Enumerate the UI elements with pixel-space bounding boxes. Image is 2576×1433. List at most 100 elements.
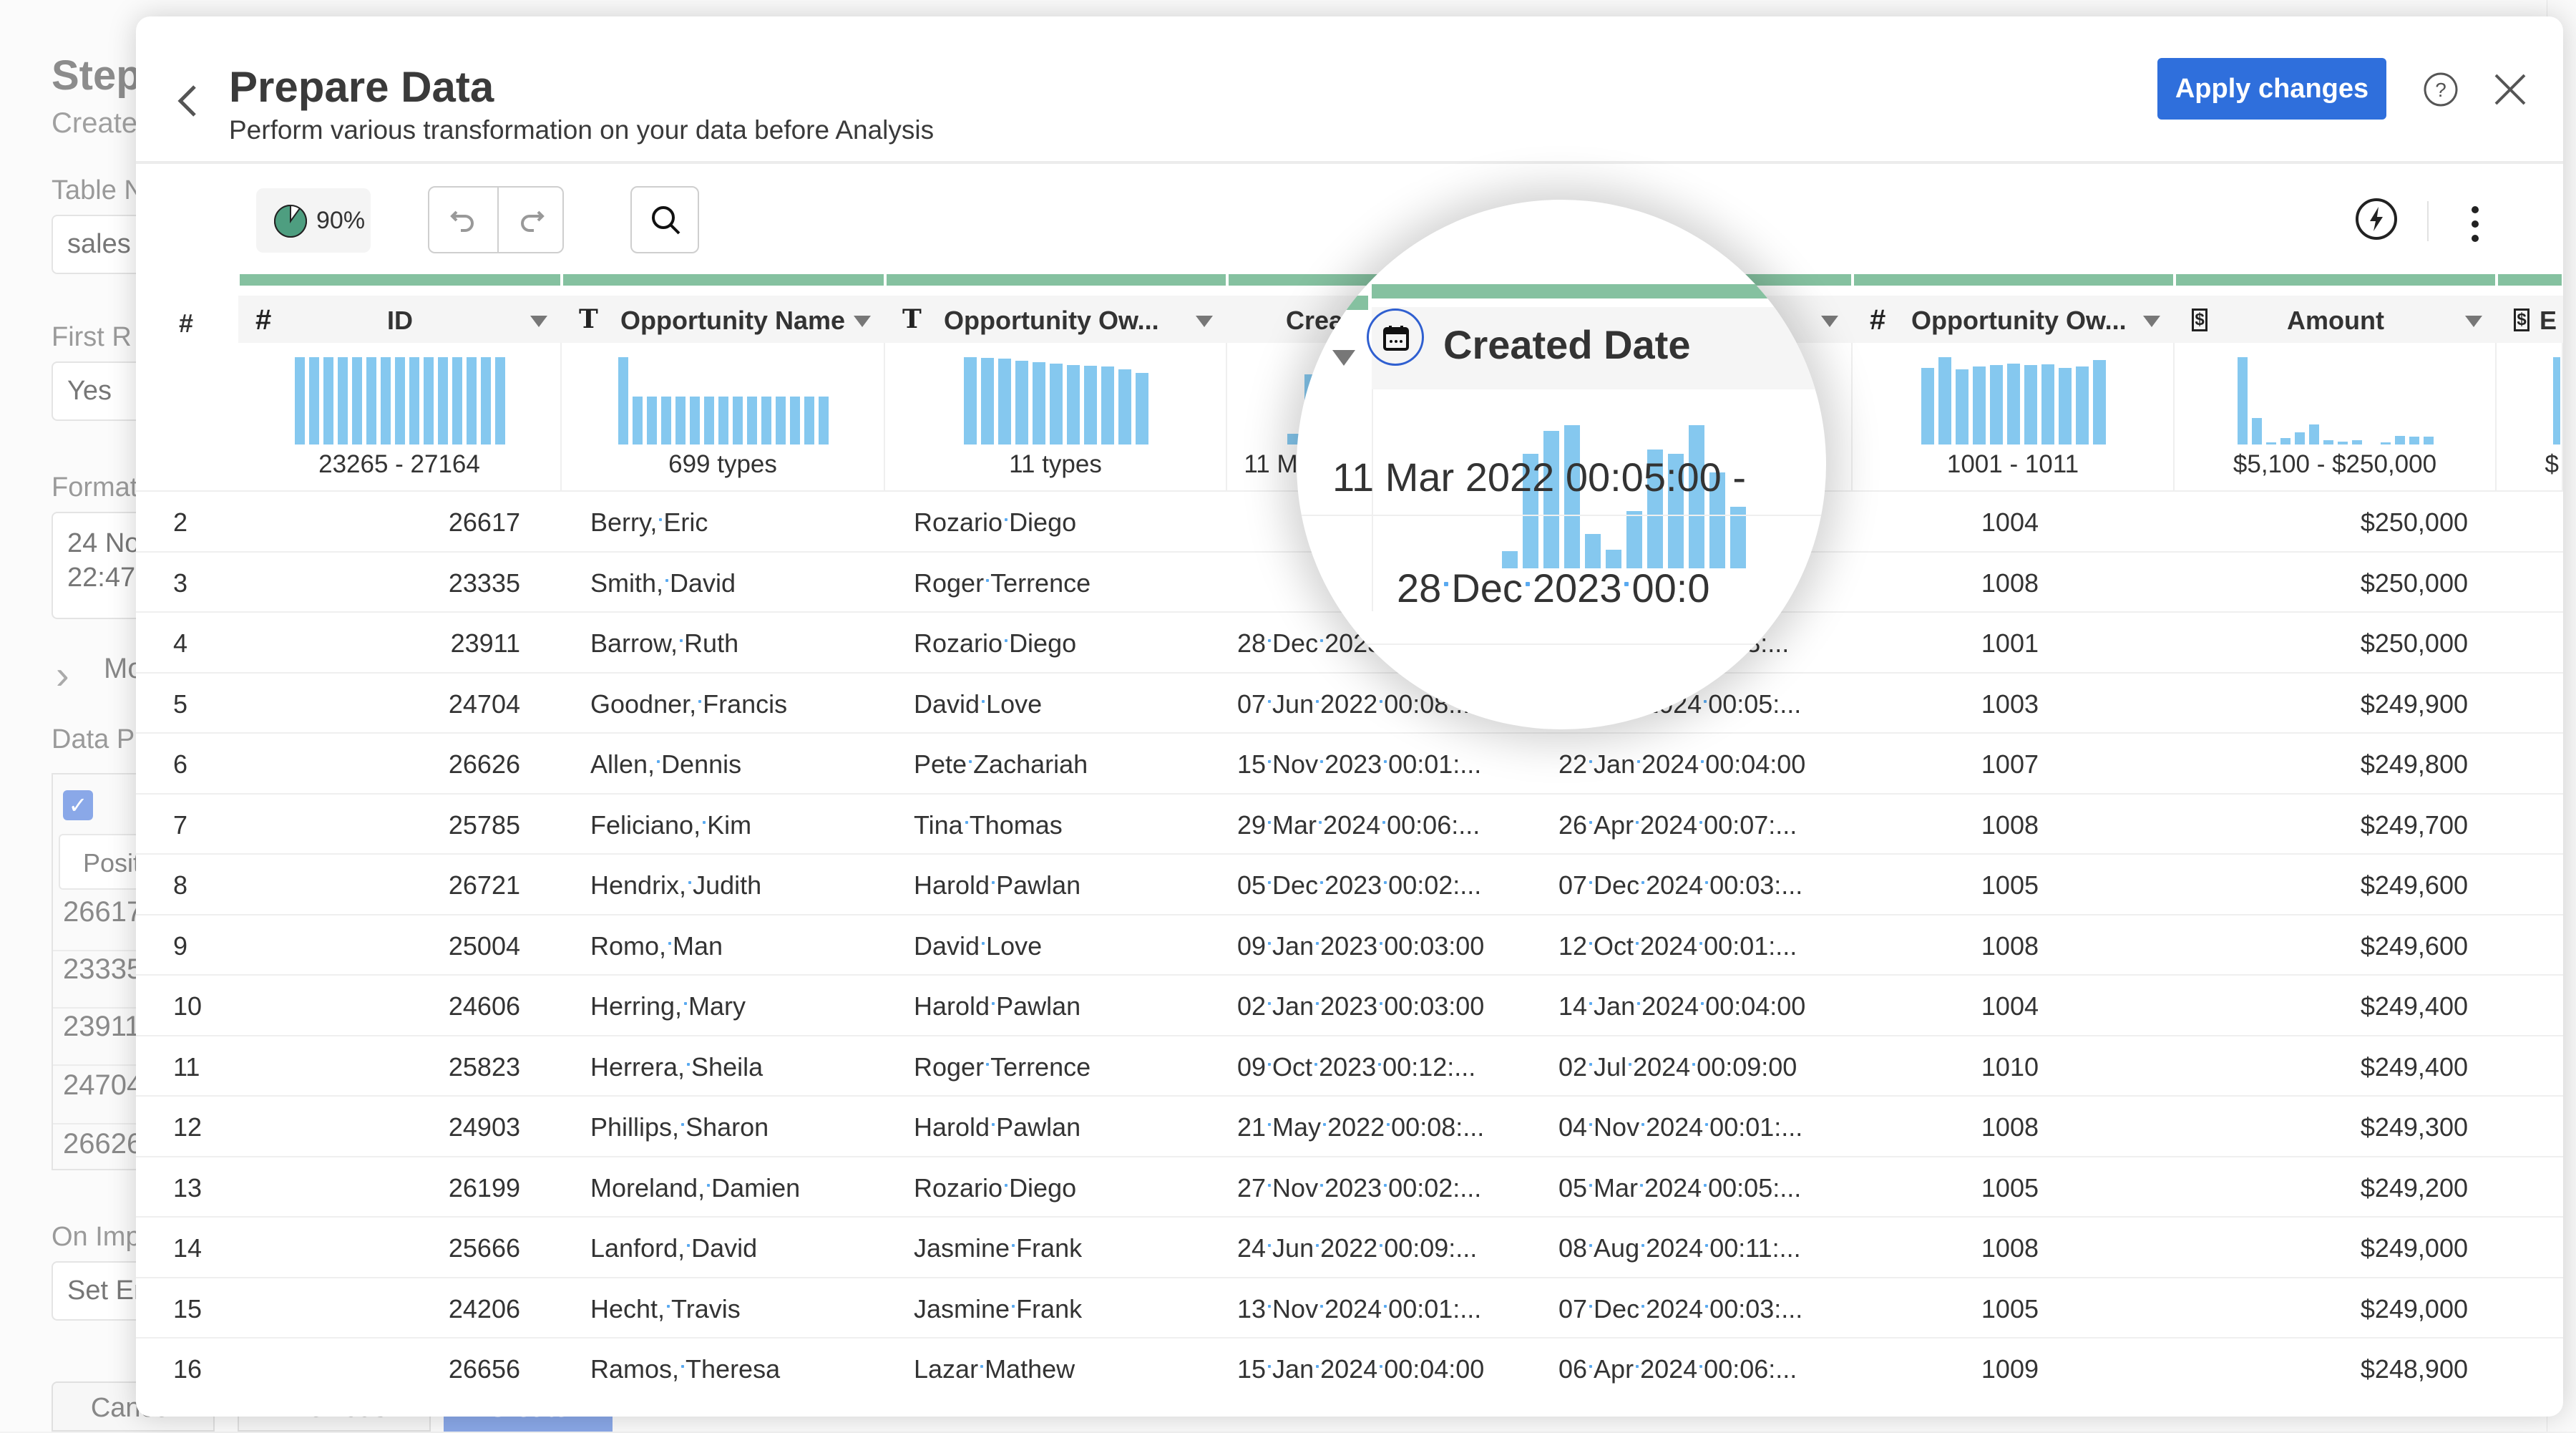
cell-id[interactable]: 23335 bbox=[449, 568, 520, 598]
cell-owner_id[interactable]: 1008 bbox=[1981, 810, 2039, 840]
ai-suggestions-button[interactable] bbox=[2354, 197, 2399, 241]
histogram-bar[interactable] bbox=[352, 357, 362, 445]
histogram-bar[interactable] bbox=[1956, 369, 1968, 445]
cell-owner_id[interactable]: 1008 bbox=[1981, 931, 2039, 961]
cell-amount[interactable]: $249,000 bbox=[2361, 1294, 2468, 1324]
histogram-bar[interactable] bbox=[452, 357, 462, 445]
histogram-bar[interactable] bbox=[1990, 364, 2003, 445]
histogram-bar[interactable] bbox=[1938, 357, 1951, 445]
chevron-right-icon[interactable]: › bbox=[56, 651, 69, 698]
histogram-bar[interactable] bbox=[2059, 367, 2072, 445]
cell-opp_owner[interactable]: Jasmine Frank bbox=[914, 1294, 1082, 1324]
table-row[interactable]: 5 24704 Goodner, Francis David Love 07 Jun 2022 0… bbox=[136, 671, 2563, 733]
search-button[interactable] bbox=[630, 186, 699, 253]
cell-id[interactable]: 26617 bbox=[449, 507, 520, 538]
cell-opp_name[interactable]: Hecht, Travis bbox=[590, 1294, 741, 1324]
data-quality-indicator[interactable]: 90% bbox=[256, 188, 371, 253]
table-row[interactable]: 6 26626 Allen, Dennis Pete Zachariah 15 Nov 2023… bbox=[136, 732, 2563, 793]
cell-opp_owner[interactable]: Harold Pawlan bbox=[914, 870, 1080, 900]
histogram-bar[interactable] bbox=[690, 396, 700, 445]
histogram-bar[interactable] bbox=[618, 357, 628, 445]
histogram-bar[interactable] bbox=[675, 396, 686, 445]
histogram-bar[interactable] bbox=[964, 357, 977, 445]
cell-opp_owner[interactable]: Lazar Mathew bbox=[914, 1354, 1075, 1384]
cell-closing[interactable]: 22 Jan 2024 00:04:00 bbox=[1558, 749, 1805, 779]
table-row[interactable]: 11 25823 Herrera, Sheila Roger Terrence 09 Oct 2… bbox=[136, 1034, 2563, 1096]
histogram-bar[interactable] bbox=[718, 396, 728, 445]
cell-id[interactable]: 26656 bbox=[449, 1354, 520, 1384]
histogram-bar[interactable] bbox=[1626, 511, 1642, 568]
cell-owner_id[interactable]: 1004 bbox=[1981, 507, 2039, 538]
cell-created[interactable]: 24 Jun 2022 00:09:... bbox=[1237, 1233, 1477, 1263]
cell-id[interactable]: 25823 bbox=[449, 1052, 520, 1082]
histogram-bar[interactable] bbox=[2238, 357, 2248, 445]
histogram-bar[interactable] bbox=[2295, 432, 2305, 445]
table-row[interactable]: 9 25004 Romo, Man David Love 09 Jan 2023 00:03:00… bbox=[136, 913, 2563, 975]
histogram-bar[interactable] bbox=[647, 396, 657, 445]
caret-down-icon[interactable] bbox=[530, 316, 547, 327]
cell-id[interactable]: 26721 bbox=[449, 870, 520, 900]
histogram-bar[interactable] bbox=[981, 358, 994, 445]
caret-down-icon[interactable] bbox=[1196, 316, 1213, 327]
cell-opp_name[interactable]: Hendrix, Judith bbox=[590, 870, 761, 900]
cell-created[interactable]: 05 Dec 2023 00:02:... bbox=[1237, 870, 1481, 900]
cell-id[interactable]: 24606 bbox=[449, 991, 520, 1021]
cell-opp_owner[interactable]: Roger Terrence bbox=[914, 568, 1091, 598]
cell-amount[interactable]: $249,000 bbox=[2361, 1233, 2468, 1263]
histogram-bar[interactable] bbox=[1101, 366, 1114, 445]
caret-down-icon[interactable] bbox=[1332, 350, 1355, 366]
back-button[interactable] bbox=[173, 79, 202, 122]
histogram-bar[interactable] bbox=[424, 357, 434, 445]
table-row[interactable]: 8 26721 Hendrix, Judith Harold Pawlan 05 Dec 202… bbox=[136, 853, 2563, 914]
help-button[interactable]: ? bbox=[2423, 72, 2459, 107]
histogram-bar[interactable] bbox=[1067, 364, 1080, 445]
histogram-bar[interactable] bbox=[366, 357, 376, 445]
cell-opp_name[interactable]: Romo, Man bbox=[590, 931, 723, 961]
cell-amount[interactable]: $249,900 bbox=[2361, 689, 2468, 719]
text-type-icon[interactable]: T bbox=[902, 304, 922, 334]
cell-opp_owner[interactable]: Pete Zachariah bbox=[914, 749, 1088, 779]
cell-id[interactable]: 25785 bbox=[449, 810, 520, 840]
cell-closing[interactable]: 26 Apr 2024 00:07:... bbox=[1558, 810, 1797, 840]
histogram-bar[interactable] bbox=[2338, 442, 2348, 445]
cell-created[interactable]: 15 Jan 2024 00:04:00 bbox=[1237, 1354, 1484, 1384]
cell-id[interactable]: 24704 bbox=[449, 689, 520, 719]
histogram-bar[interactable] bbox=[1015, 360, 1028, 445]
histogram-bar[interactable] bbox=[323, 357, 333, 445]
cell-owner_id[interactable]: 1009 bbox=[1981, 1354, 2039, 1384]
cell-created[interactable]: 09 Oct 2023 00:12:... bbox=[1237, 1052, 1475, 1082]
histogram-bar[interactable] bbox=[776, 396, 786, 445]
cell-owner_id[interactable]: 1008 bbox=[1981, 568, 2039, 598]
cell-amount[interactable]: $248,900 bbox=[2361, 1354, 2468, 1384]
histogram-bar[interactable] bbox=[2309, 424, 2319, 445]
cell-opp_owner[interactable]: Tina Thomas bbox=[914, 810, 1063, 840]
cell-amount[interactable]: $250,000 bbox=[2361, 628, 2468, 659]
histogram-bar[interactable] bbox=[790, 396, 800, 445]
histogram-bar[interactable] bbox=[2007, 363, 2020, 445]
close-button[interactable] bbox=[2490, 69, 2530, 110]
cell-opp_owner[interactable]: Rozario Diego bbox=[914, 628, 1076, 659]
histogram-bar[interactable] bbox=[1973, 366, 1986, 445]
cell-closing[interactable]: 08 Aug 2024 00:11:... bbox=[1558, 1233, 1801, 1263]
checkbox-checked-icon[interactable]: ✓ bbox=[63, 790, 93, 820]
cell-created[interactable]: 27 Nov 2023 00:02:... bbox=[1237, 1173, 1481, 1203]
cell-owner_id[interactable]: 1008 bbox=[1981, 1233, 2039, 1263]
cell-amount[interactable]: $250,000 bbox=[2361, 568, 2468, 598]
cell-opp_owner[interactable]: David Love bbox=[914, 931, 1042, 961]
cell-closing[interactable]: 14 Jan 2024 00:04:00 bbox=[1558, 991, 1805, 1021]
cell-id[interactable]: 25004 bbox=[449, 931, 520, 961]
cell-opp_owner[interactable]: Jasmine Frank bbox=[914, 1233, 1082, 1263]
cell-opp_name[interactable]: Herrera, Sheila bbox=[590, 1052, 763, 1082]
cell-opp_name[interactable]: Moreland, Damien bbox=[590, 1173, 800, 1203]
table-row[interactable]: 10 24606 Herring, Mary Harold Pawlan 02 Jan 2023… bbox=[136, 974, 2563, 1035]
caret-down-icon[interactable] bbox=[2465, 316, 2482, 327]
cell-owner_id[interactable]: 1005 bbox=[1981, 870, 2039, 900]
cell-id[interactable]: 23911 bbox=[451, 628, 520, 659]
currency-type-icon[interactable]: $ bbox=[2514, 309, 2529, 331]
histogram-bar[interactable] bbox=[819, 396, 829, 445]
histogram-bar[interactable] bbox=[2424, 437, 2434, 445]
cell-owner_id[interactable]: 1007 bbox=[1981, 749, 2039, 779]
histogram-bar[interactable] bbox=[2395, 435, 2405, 445]
histogram-bar[interactable] bbox=[295, 357, 305, 445]
histogram-bar[interactable] bbox=[2024, 364, 2037, 445]
